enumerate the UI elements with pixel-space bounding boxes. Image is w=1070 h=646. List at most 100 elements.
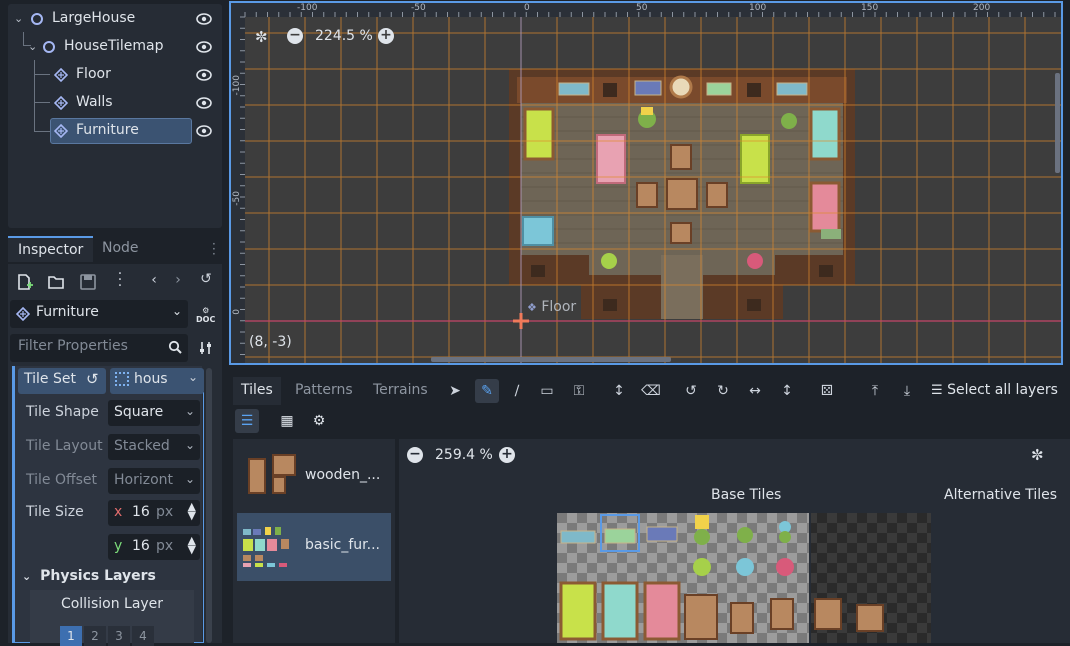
open-folder-icon[interactable] bbox=[46, 272, 66, 292]
picker-tool-icon[interactable]: ↕ bbox=[607, 379, 631, 403]
rect-tool-icon[interactable]: ▭ bbox=[535, 379, 559, 403]
visibility-eye-icon[interactable] bbox=[196, 68, 212, 82]
filter-properties-input[interactable]: Filter Properties bbox=[10, 334, 188, 362]
tilemap-layer-icon bbox=[54, 96, 68, 110]
doc-icon[interactable]: ⚙ DOC bbox=[196, 306, 215, 324]
tileset-value: hous bbox=[134, 371, 168, 387]
tile-size-y-field[interactable]: y 16 px ▲ ▼ bbox=[108, 534, 200, 560]
tab-inspector[interactable]: Inspector bbox=[8, 236, 94, 262]
prop-label-tile-size: Tile Size bbox=[26, 504, 84, 520]
source-thumbnail bbox=[248, 454, 296, 494]
random-tile-icon[interactable]: ⚄ bbox=[815, 379, 839, 403]
tab-node[interactable]: Node bbox=[92, 236, 149, 262]
line-tool-icon[interactable]: ∕ bbox=[505, 379, 529, 403]
save-icon[interactable] bbox=[78, 272, 98, 292]
atlas-zoom-in-icon[interactable]: + bbox=[499, 447, 515, 463]
tree-item-housetilemap[interactable]: ⌄ HouseTilemap bbox=[8, 34, 222, 60]
tileset-resource-picker[interactable]: hous ⌄ bbox=[110, 368, 204, 394]
list-icon: ☰ bbox=[931, 383, 943, 398]
canvas-viewport[interactable]: -100 -50 0 50 100 150 200 -100 -50 0 ✼ −… bbox=[229, 1, 1063, 365]
tilemap-layer-icon: ❖ bbox=[527, 301, 537, 314]
atlas-center-icon[interactable]: ✼ bbox=[1031, 446, 1044, 464]
layer-button-4[interactable]: 4 bbox=[132, 626, 154, 646]
y-axis-label: y bbox=[114, 538, 123, 554]
more-options-icon[interactable]: · · · bbox=[110, 267, 130, 293]
select-all-layers-button[interactable]: ☰ Select all layers bbox=[931, 382, 1058, 398]
visibility-eye-icon[interactable] bbox=[196, 12, 212, 26]
ruler-label: 50 bbox=[636, 3, 648, 13]
center-view-icon[interactable]: ✼ bbox=[255, 28, 268, 46]
dock-menu-icon[interactable]: · · · bbox=[212, 238, 216, 260]
tile-size-x-field[interactable]: x 16 px ▲ ▼ bbox=[108, 500, 200, 526]
inspector-scrollbar[interactable] bbox=[206, 368, 212, 643]
atlas-zoom-out-icon[interactable]: − bbox=[407, 447, 423, 463]
history-icon[interactable]: ↺ bbox=[196, 271, 216, 291]
select-tool-icon[interactable]: ➤ bbox=[443, 379, 467, 403]
spinner-icon[interactable]: ▲ ▼ bbox=[188, 535, 196, 555]
grid-view-icon[interactable]: ▦ bbox=[275, 409, 299, 433]
zoom-out-icon[interactable]: − bbox=[287, 28, 303, 44]
rotate-left-icon[interactable]: ↺ bbox=[679, 379, 703, 403]
tree-item-walls[interactable]: Walls bbox=[8, 90, 222, 116]
atlas-zoom-level[interactable]: 259.4 % bbox=[435, 447, 493, 463]
inspector-dock: Inspector Node · · · · · · ‹ › ↺ Furniture ⌄… bbox=[0, 236, 228, 646]
revert-icon[interactable]: ↺ bbox=[86, 370, 99, 388]
bucket-tool-icon[interactable]: ⚿ bbox=[567, 379, 591, 403]
layer-button-2[interactable]: 2 bbox=[84, 626, 106, 646]
visibility-eye-icon[interactable] bbox=[196, 124, 212, 138]
tile-atlas-canvas[interactable] bbox=[557, 513, 931, 643]
prop-label-tile-offset: Tile Offset bbox=[26, 472, 98, 488]
tree-item-floor[interactable]: Floor bbox=[8, 62, 222, 88]
source-settings-icon[interactable]: ⚙ bbox=[307, 409, 331, 433]
list-view-icon[interactable]: ☰ bbox=[235, 409, 259, 433]
source-item-wooden[interactable]: wooden_... bbox=[237, 443, 391, 511]
inspector-body: · · · ‹ › ↺ Furniture ⌄ ⚙ DOC Filter Proper… bbox=[8, 264, 222, 646]
tab-tiles[interactable]: Tiles bbox=[233, 377, 281, 405]
x-axis-label: x bbox=[114, 504, 123, 520]
previous-layer-icon[interactable]: ⤒ bbox=[863, 379, 887, 403]
chevron-down-icon[interactable]: ⌄ bbox=[14, 12, 23, 25]
tilemap-editor-panel: Tiles Patterns Terrains ➤ ✎ ∕ ▭ ⚿ ↕ ⌫ ↺ … bbox=[229, 371, 1070, 643]
selected-node-name: Furniture bbox=[36, 304, 99, 320]
layer-button-3[interactable]: 3 bbox=[108, 626, 130, 646]
tile-layout-select[interactable]: Stacked ⌄ bbox=[108, 434, 200, 460]
source-thumbnail bbox=[243, 527, 289, 567]
source-label: basic_fur... bbox=[305, 537, 380, 553]
object-selector[interactable]: Furniture ⌄ bbox=[10, 300, 188, 328]
filter-settings-icon[interactable] bbox=[198, 340, 214, 356]
spinner-icon[interactable]: ▲ ▼ bbox=[188, 501, 196, 521]
source-item-basic-furniture[interactable]: basic_fur... bbox=[237, 513, 391, 581]
new-resource-icon[interactable] bbox=[14, 272, 34, 292]
layer-button-1[interactable]: 1 bbox=[60, 626, 82, 646]
tree-item-label: LargeHouse bbox=[52, 10, 136, 26]
zoom-level[interactable]: 224.5 % bbox=[315, 28, 373, 44]
chevron-down-icon: ⌄ bbox=[22, 570, 32, 583]
tilemap-layer-icon bbox=[54, 124, 68, 138]
collision-layer-box: Collision Layer 1 2 3 4 bbox=[30, 590, 194, 646]
next-layer-icon[interactable]: ⤓ bbox=[895, 379, 919, 403]
floor-label-text: Floor bbox=[541, 299, 577, 315]
eraser-tool-icon[interactable]: ⌫ bbox=[639, 379, 663, 403]
chevron-down-icon[interactable]: ⌄ bbox=[28, 40, 37, 53]
history-forward-icon[interactable]: › bbox=[168, 272, 188, 292]
history-back-icon[interactable]: ‹ bbox=[144, 272, 164, 292]
flip-vertical-icon[interactable]: ↕ bbox=[775, 379, 799, 403]
tab-patterns[interactable]: Patterns bbox=[287, 377, 361, 405]
tab-terrains[interactable]: Terrains bbox=[365, 377, 436, 405]
zoom-in-icon[interactable]: + bbox=[378, 28, 394, 44]
tile-atlas-view[interactable]: − 259.4 % + ✼ Base Tiles Alternative Til… bbox=[399, 439, 1070, 643]
tree-item-furniture[interactable]: Furniture bbox=[8, 118, 222, 144]
source-label: wooden_... bbox=[305, 467, 381, 483]
physics-layers-header[interactable]: ⌄ Physics Layers bbox=[22, 568, 156, 584]
alternative-tiles-label: Alternative Tiles bbox=[944, 487, 1058, 503]
tile-shape-select[interactable]: Square ⌄ bbox=[108, 400, 200, 426]
tree-item-label: Floor bbox=[76, 66, 111, 82]
flip-horizontal-icon[interactable]: ↔ bbox=[743, 379, 767, 403]
rotate-right-icon[interactable]: ↻ bbox=[711, 379, 735, 403]
tile-offset-select[interactable]: Horizont ⌄ bbox=[108, 468, 200, 494]
chevron-down-icon: ⌄ bbox=[187, 370, 198, 384]
paint-tool-icon[interactable]: ✎ bbox=[475, 379, 499, 403]
visibility-eye-icon[interactable] bbox=[196, 40, 212, 54]
visibility-eye-icon[interactable] bbox=[196, 96, 212, 110]
tree-item-largehouse[interactable]: ⌄ LargeHouse bbox=[8, 6, 222, 32]
